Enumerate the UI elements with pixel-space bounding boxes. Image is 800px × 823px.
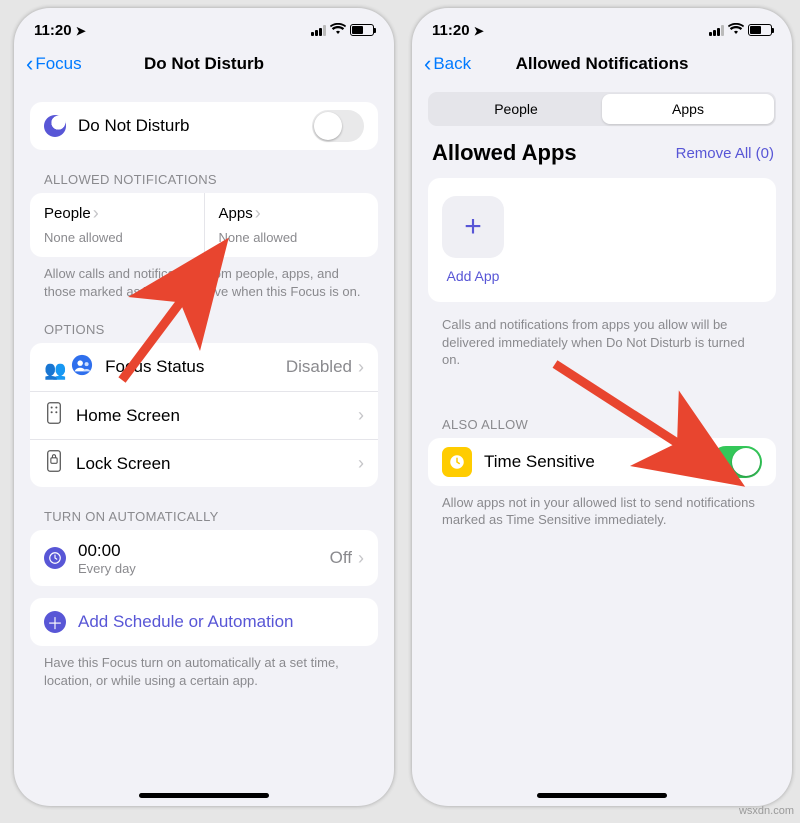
focus-status-row[interactable]: Focus Status Disabled› bbox=[30, 343, 378, 391]
options-header: OPTIONS bbox=[30, 300, 378, 343]
chevron-right-icon: › bbox=[358, 453, 364, 474]
schedule-row[interactable]: 00:00 Every day Off › bbox=[30, 530, 378, 586]
allowed-card: People› None allowed Apps› None allowed bbox=[30, 193, 378, 257]
schedule-value: Off bbox=[330, 548, 352, 568]
time-sensitive-icon bbox=[442, 447, 472, 477]
home-screen-icon bbox=[44, 402, 64, 429]
status-bar: 11:20 ➤ bbox=[14, 8, 394, 42]
back-button[interactable]: ‹ Focus bbox=[26, 51, 82, 77]
cell-signal-icon bbox=[709, 25, 724, 36]
phone-right: 11:20 ➤ ‹ Back Allowed Notifications Peo… bbox=[412, 8, 792, 806]
chevron-left-icon: ‹ bbox=[424, 51, 431, 77]
wifi-icon bbox=[330, 22, 346, 38]
status-time: 11:20 ➤ bbox=[34, 22, 86, 39]
nav-title: Allowed Notifications bbox=[516, 54, 689, 74]
wifi-icon bbox=[728, 22, 744, 39]
schedule-time: 00:00 bbox=[78, 541, 136, 561]
nav-bar: ‹ Back Allowed Notifications bbox=[412, 42, 792, 86]
allowed-people[interactable]: People› None allowed bbox=[30, 193, 204, 257]
apps-sub: None allowed bbox=[219, 230, 365, 245]
allowed-header: ALLOWED NOTIFICATIONS bbox=[30, 150, 378, 193]
moon-icon bbox=[44, 115, 66, 137]
status-time: 11:20 ➤ bbox=[432, 22, 484, 39]
apps-footer: Calls and notifications from apps you al… bbox=[428, 302, 776, 369]
allowed-footer: Allow calls and notifications from peopl… bbox=[30, 257, 378, 300]
lock-screen-row[interactable]: Lock Screen › bbox=[30, 439, 378, 487]
chevron-right-icon: › bbox=[358, 548, 364, 569]
also-allow-header: ALSO ALLOW bbox=[428, 369, 776, 438]
remove-all-button[interactable]: Remove All (0) bbox=[676, 145, 774, 162]
chevron-left-icon: ‹ bbox=[26, 51, 33, 77]
chevron-right-icon: › bbox=[255, 203, 261, 224]
watermark: wsxdn.com bbox=[739, 805, 794, 817]
add-schedule-row[interactable]: ＋ Add Schedule or Automation bbox=[30, 598, 378, 646]
nav-title: Do Not Disturb bbox=[144, 54, 264, 74]
clock-icon bbox=[44, 547, 66, 569]
battery-icon bbox=[748, 24, 772, 36]
share-icon bbox=[44, 354, 93, 381]
page-title: Allowed Apps bbox=[430, 126, 577, 166]
automation-footer: Have this Focus turn on automatically at… bbox=[30, 646, 378, 689]
allowed-apps[interactable]: Apps› None allowed bbox=[204, 193, 379, 257]
do-not-disturb-row[interactable]: Do Not Disturb bbox=[30, 102, 378, 150]
focus-status-value: Disabled bbox=[286, 357, 352, 377]
automation-header: TURN ON AUTOMATICALLY bbox=[30, 487, 378, 530]
plus-icon: ＋ bbox=[44, 611, 66, 633]
phone-left: 11:20 ➤ ‹ Focus Do Not Disturb Do Not Di… bbox=[14, 8, 394, 806]
chevron-right-icon: › bbox=[93, 203, 99, 224]
nav-bar: ‹ Focus Do Not Disturb bbox=[14, 42, 394, 86]
location-icon: ➤ bbox=[474, 24, 484, 38]
segmented-control[interactable]: People Apps bbox=[428, 92, 776, 126]
schedule-sub: Every day bbox=[78, 561, 136, 576]
chevron-right-icon: › bbox=[358, 357, 364, 378]
home-indicator[interactable] bbox=[537, 793, 667, 798]
people-sub: None allowed bbox=[44, 230, 190, 245]
back-button[interactable]: ‹ Back bbox=[424, 51, 471, 77]
home-screen-row[interactable]: Home Screen › bbox=[30, 391, 378, 439]
cell-signal-icon bbox=[311, 25, 326, 36]
dnd-toggle[interactable] bbox=[312, 110, 364, 142]
time-sensitive-footer: Allow apps not in your allowed list to s… bbox=[428, 486, 776, 529]
lock-screen-icon bbox=[44, 450, 64, 477]
segment-apps[interactable]: Apps bbox=[602, 94, 774, 124]
status-bar: 11:20 ➤ bbox=[412, 8, 792, 42]
location-icon: ➤ bbox=[76, 24, 86, 38]
add-app-button[interactable]: + Add App bbox=[442, 196, 504, 284]
chevron-right-icon: › bbox=[358, 405, 364, 426]
time-sensitive-toggle[interactable] bbox=[710, 446, 762, 478]
plus-icon: + bbox=[464, 210, 482, 244]
segment-people[interactable]: People bbox=[430, 94, 602, 124]
time-sensitive-row[interactable]: Time Sensitive bbox=[428, 438, 776, 486]
battery-icon bbox=[350, 24, 374, 36]
home-indicator[interactable] bbox=[139, 793, 269, 798]
